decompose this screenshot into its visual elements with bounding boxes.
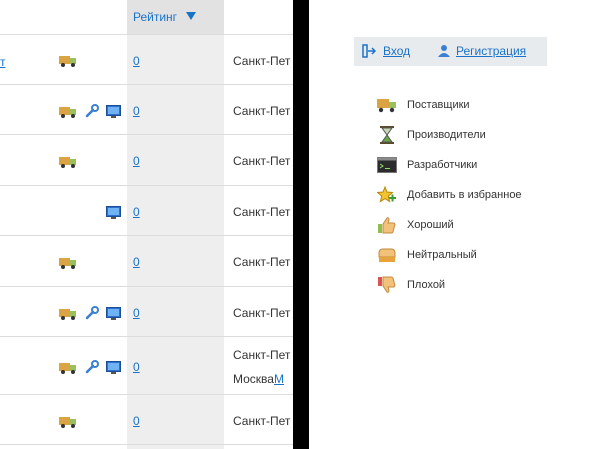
wrench-icon[interactable] — [85, 104, 99, 118]
rating-column — [127, 0, 224, 449]
city-text-secondary: МоскваМ — [233, 372, 284, 386]
legend-item-bad: Плохой — [377, 275, 577, 295]
legend-label: Добавить в избранное — [407, 189, 522, 201]
register-link[interactable]: Регистрация — [456, 44, 526, 58]
legend-label: Плохой — [407, 279, 446, 291]
legend-item-manufacturers: Производители — [377, 125, 577, 145]
city-text: Санкт-Пет — [233, 54, 291, 68]
rating-link[interactable]: 0 — [133, 104, 140, 118]
row-divider — [0, 34, 293, 35]
truck-icon[interactable] — [59, 416, 77, 428]
row-divider — [0, 84, 293, 85]
truck-icon[interactable] — [59, 257, 77, 269]
legend-item-add-favorite: Добавить в избранное — [377, 185, 577, 205]
monitor-icon[interactable] — [106, 105, 121, 118]
rating-header-label[interactable]: Рейтинг — [133, 10, 177, 24]
star-add-icon — [377, 186, 396, 203]
user-icon[interactable] — [438, 44, 450, 57]
panel-divider — [293, 0, 309, 449]
truck-icon — [377, 99, 396, 113]
legend-item-good: Хороший — [377, 215, 577, 235]
company-name-link[interactable]: т — [0, 55, 6, 69]
wrench-icon[interactable] — [85, 360, 99, 374]
truck-icon[interactable] — [59, 156, 77, 168]
city-text: Санкт-Пет — [233, 348, 291, 362]
rating-link[interactable]: 0 — [133, 414, 140, 428]
legend-item-suppliers: Поставщики — [377, 95, 577, 115]
row-divider — [0, 134, 293, 135]
city-text: Санкт-Пет — [233, 306, 291, 320]
row-divider — [0, 394, 293, 395]
rating-link[interactable]: 0 — [133, 255, 140, 269]
truck-icon[interactable] — [59, 55, 77, 67]
truck-icon[interactable] — [59, 308, 77, 320]
rating-link[interactable]: 0 — [133, 154, 140, 168]
city-text: Санкт-Пет — [233, 414, 291, 428]
legend-label: Хороший — [407, 219, 454, 231]
row-divider — [0, 185, 293, 186]
monitor-icon[interactable] — [106, 307, 121, 320]
rating-link[interactable]: 0 — [133, 306, 140, 320]
row-divider — [0, 444, 293, 445]
sort-desc-icon[interactable] — [186, 12, 196, 20]
row-divider — [0, 286, 293, 287]
legend-label: Поставщики — [407, 99, 470, 111]
thumbs-down-icon — [378, 276, 396, 293]
legend-label: Нейтральный — [407, 249, 477, 261]
rating-link[interactable]: 0 — [133, 54, 140, 68]
row-divider — [0, 235, 293, 236]
legend-label: Разработчики — [407, 159, 478, 171]
city-text: Санкт-Пет — [233, 104, 291, 118]
city-link[interactable]: М — [274, 372, 284, 386]
rating-link[interactable]: 0 — [133, 205, 140, 219]
login-icon[interactable] — [362, 44, 376, 58]
truck-icon[interactable] — [59, 106, 77, 118]
monitor-icon[interactable] — [106, 206, 121, 219]
side-panel: Вход Регистрация Поставщики Производител… — [309, 0, 592, 449]
truck-icon[interactable] — [59, 362, 77, 374]
rating-link[interactable]: 0 — [133, 360, 140, 374]
legend-label: Производители — [407, 129, 486, 141]
city-text: Санкт-Пет — [233, 255, 291, 269]
neutral-hand-icon — [378, 248, 396, 262]
hourglass-icon — [380, 126, 394, 144]
suppliers-table: Рейтинг т 0 Санкт-Пет 0 Санкт-Пет 0 Санк… — [0, 0, 293, 449]
terminal-icon — [377, 157, 397, 173]
legend-item-developers: Разработчики — [377, 155, 577, 175]
wrench-icon[interactable] — [85, 306, 99, 320]
city-text: Санкт-Пет — [233, 205, 291, 219]
monitor-icon[interactable] — [106, 361, 121, 374]
row-divider — [0, 336, 293, 337]
thumbs-up-icon — [378, 217, 396, 234]
city-text: Санкт-Пет — [233, 154, 291, 168]
auth-bar: Вход Регистрация — [354, 37, 547, 66]
login-link[interactable]: Вход — [383, 44, 410, 58]
legend-item-neutral: Нейтральный — [377, 245, 577, 265]
